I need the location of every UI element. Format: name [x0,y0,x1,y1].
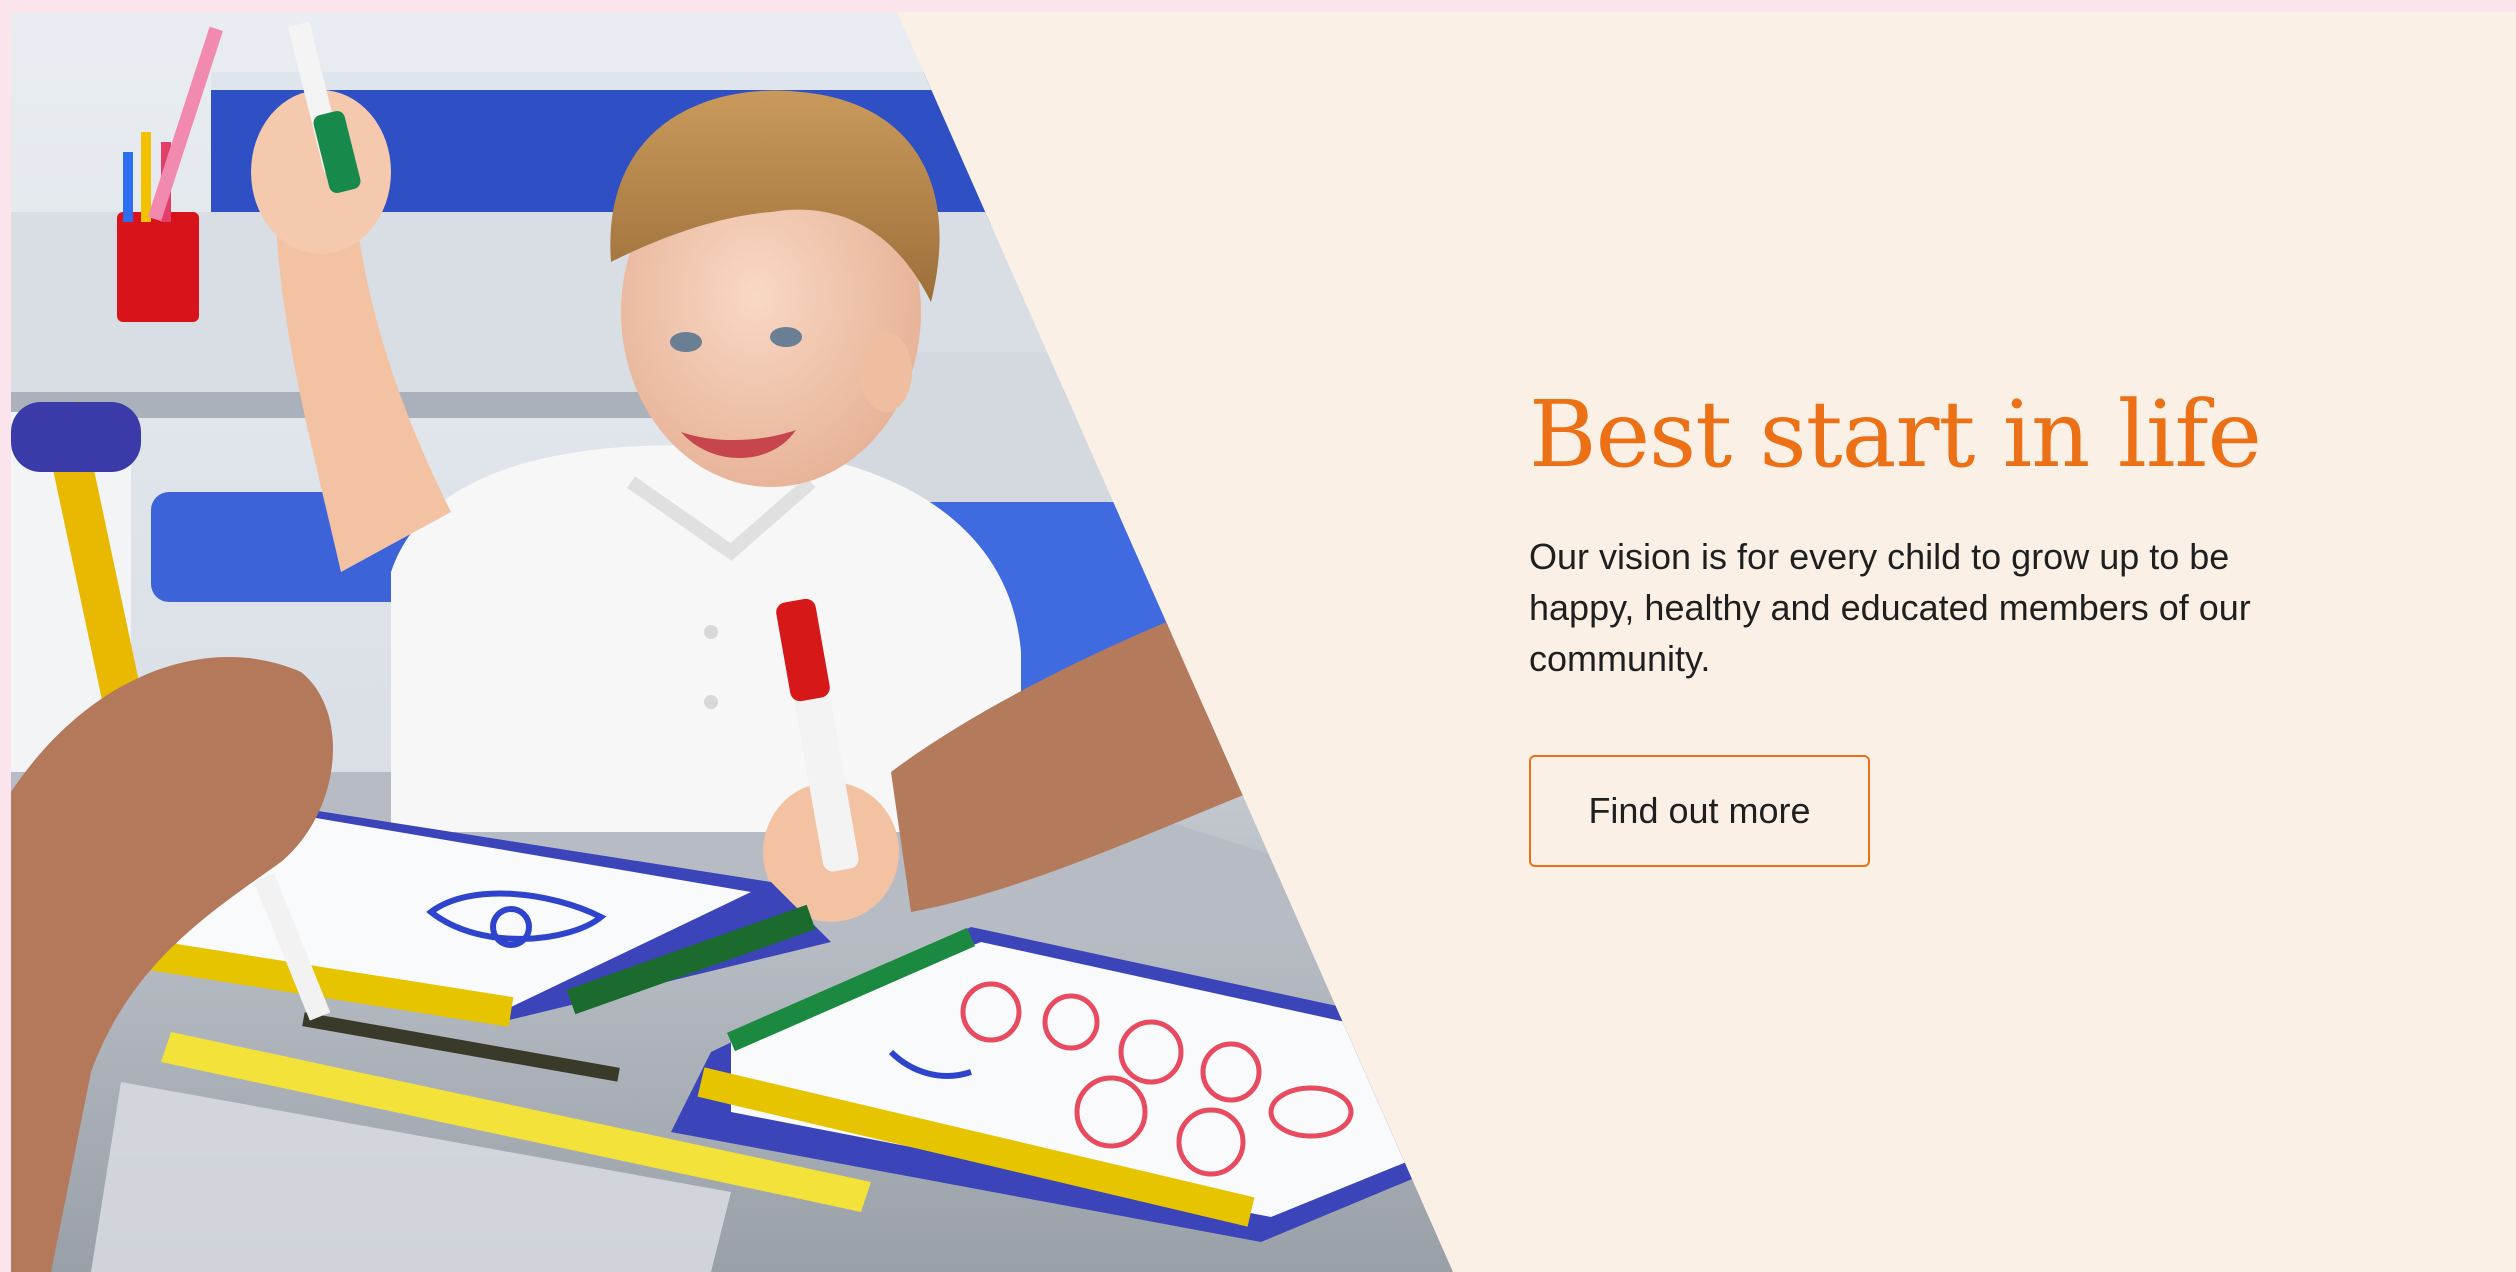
hero-description: Our vision is for every child to grow up… [1529,536,2251,680]
hero-banner: Best start in life Our vision is for eve… [11,12,2516,1272]
hero-title: Best start in life [1529,381,2262,488]
hero-content: Best start in life Our vision is for eve… [1529,381,2349,868]
find-out-more-button[interactable]: Find out more [1529,755,1870,868]
